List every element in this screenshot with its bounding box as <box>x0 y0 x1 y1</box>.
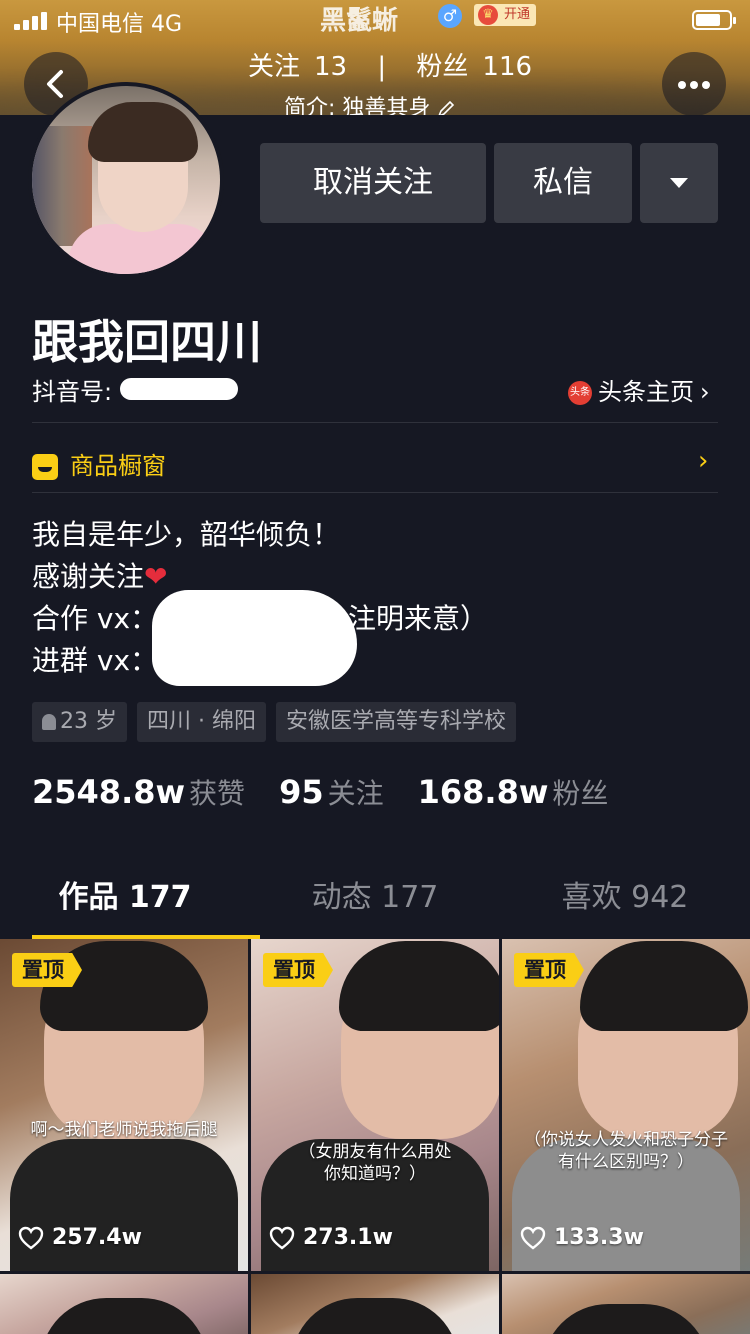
battery-icon <box>692 10 736 30</box>
chevron-right-icon: › <box>700 378 710 406</box>
toutiao-icon: 头条 <box>568 381 592 405</box>
video-caption: （女朋友有什么用处 你知道吗？） <box>298 1142 452 1184</box>
video-caption: 啊～我们老师说我拖后腿 <box>30 1120 218 1140</box>
profile-stats: 2548.8w 获赞 95 关注 168.8w 粉丝 <box>32 772 608 812</box>
shop-window-link[interactable]: 商品橱窗 <box>32 446 166 480</box>
edit-pencil-icon <box>438 100 455 115</box>
tab-dynamics[interactable]: 动态 177 <box>250 862 500 940</box>
stat-followers[interactable]: 168.8w 粉丝 <box>418 772 609 812</box>
heart-outline-icon <box>520 1226 546 1250</box>
pinned-badge: 置顶 <box>263 953 333 987</box>
video-thumbnail[interactable]: 置顶 啊～我们老师说我拖后腿 257.4w <box>0 939 248 1271</box>
video-thumbnail[interactable] <box>251 1274 499 1334</box>
pinned-badge: 置顶 <box>514 953 584 987</box>
recommend-dropdown-button[interactable] <box>640 143 718 223</box>
tab-works[interactable]: 作品 177 <box>0 862 250 940</box>
content-tabs: 作品 177 动态 177 喜欢 942 <box>0 862 750 940</box>
stat-likes: 2548.8w 获赞 <box>32 773 246 811</box>
heart-outline-icon <box>269 1226 295 1250</box>
heart-outline-icon <box>18 1226 44 1250</box>
video-likes: 257.4w <box>18 1225 142 1250</box>
video-likes: 133.3w <box>520 1225 644 1250</box>
video-thumbnail[interactable] <box>0 1274 248 1334</box>
status-bar: 中国电信 4G 黑鬣蜥 ♂ ♛ 开通 <box>0 0 750 40</box>
status-title: 黑鬣蜥 <box>320 6 399 36</box>
toutiao-homepage-link[interactable]: 头条 头条主页 › <box>568 372 710 407</box>
vip-badge[interactable]: ♛ 开通 <box>474 4 537 26</box>
more-dots-icon <box>678 81 686 89</box>
stat-following[interactable]: 95 关注 <box>279 772 384 812</box>
video-thumbnail[interactable] <box>502 1274 750 1334</box>
header-intro: 简介: 独善其身 <box>284 90 455 115</box>
pinned-badge: 置顶 <box>12 953 82 987</box>
video-thumbnail[interactable]: 置顶 （你说女人发火和恐子分子 有什么区别吗？） 133.3w <box>502 939 750 1271</box>
more-button[interactable] <box>662 52 726 116</box>
message-button[interactable]: 私信 <box>494 143 632 223</box>
divider <box>32 422 718 423</box>
heart-emoji-icon: ❤ <box>144 560 168 593</box>
signal-icon <box>14 12 47 30</box>
carrier-label: 中国电信 4G <box>56 12 183 37</box>
header-following[interactable]: 关注 13 <box>248 52 347 82</box>
bio-line: 我自是年少，韶华倾负！ <box>32 518 341 551</box>
school-tag: 安徽医学高等专科学校 <box>275 702 516 742</box>
douyin-id-label: 抖音号: <box>32 378 113 406</box>
unfollow-button[interactable]: 取消关注 <box>260 143 486 223</box>
chevron-right-icon[interactable]: › <box>698 446 708 476</box>
video-thumbnail[interactable]: 置顶 （女朋友有什么用处 你知道吗？） 273.1w <box>251 939 499 1271</box>
profile-name: 跟我回四川 <box>32 315 262 369</box>
person-icon <box>42 714 56 730</box>
crown-icon: ♛ <box>478 5 498 25</box>
caret-down-icon <box>670 178 688 188</box>
video-caption: （你说女人发火和恐子分子 有什么区别吗？） <box>524 1130 728 1172</box>
age-tag: 23 岁 <box>32 702 127 742</box>
avatar-photo <box>32 86 220 274</box>
tab-likes[interactable]: 喜欢 942 <box>500 862 750 940</box>
video-likes: 273.1w <box>269 1225 393 1250</box>
location-tag: 四川 · 绵阳 <box>137 702 266 742</box>
avatar[interactable] <box>28 82 224 278</box>
back-arrow-icon <box>47 70 63 98</box>
shop-icon <box>32 454 58 480</box>
header-followers[interactable]: 粉丝 116 <box>416 52 532 82</box>
redacted-vx <box>152 590 357 686</box>
divider <box>32 492 718 493</box>
redacted-id <box>120 378 238 400</box>
male-gender-icon: ♂ <box>438 4 462 28</box>
profile-tags: 23 岁 四川 · 绵阳 安徽医学高等专科学校 <box>32 702 516 742</box>
header-follow-stats: 关注 13 | 粉丝 116 <box>248 52 533 82</box>
video-grid: 置顶 啊～我们老师说我拖后腿 257.4w 置顶 （女朋友有什么用处 你知道吗？… <box>0 939 750 1334</box>
